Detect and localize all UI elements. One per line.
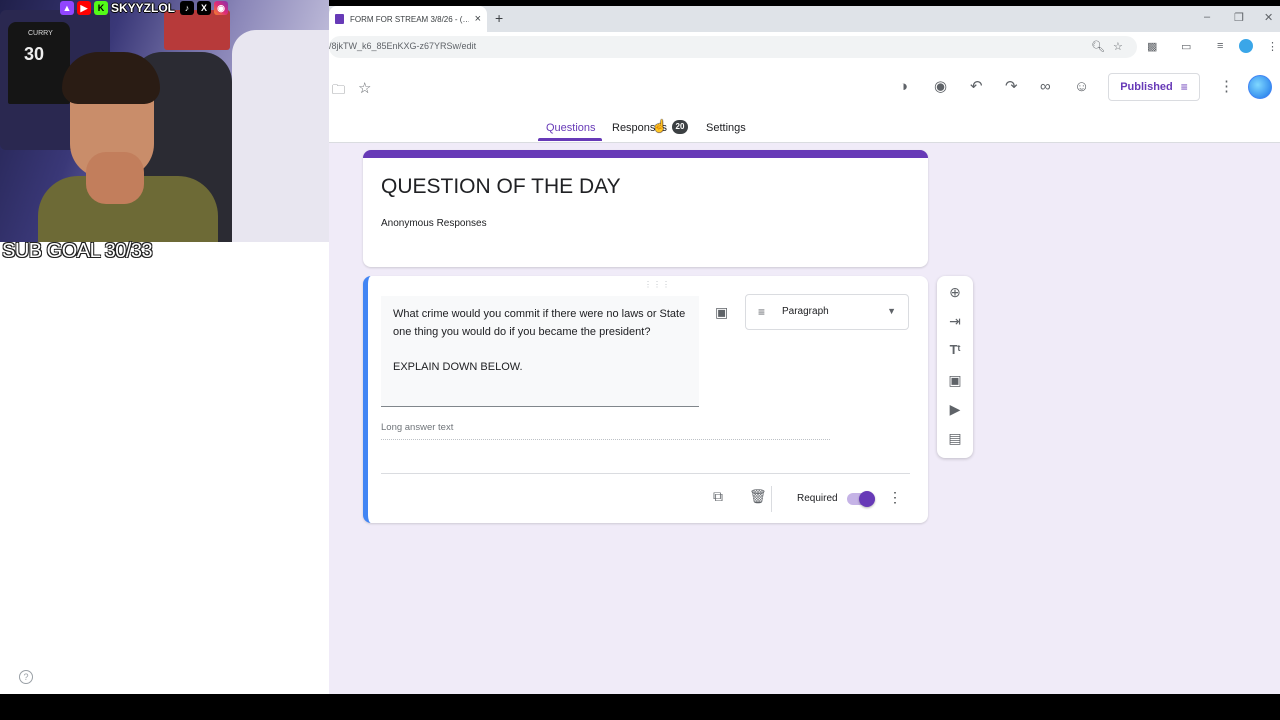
sub-goal-text: SUB GOAL 30/33 [2, 240, 153, 262]
forms-favicon-icon [335, 14, 344, 24]
question-type-select[interactable]: ≡ Paragraph ▼ [745, 294, 909, 330]
youtube-icon: ▶ [77, 1, 91, 15]
long-answer-placeholder: Long answer text [381, 422, 830, 440]
folder-icon[interactable]: 🗀︎ [332, 81, 345, 99]
minimize-icon[interactable]: – [1204, 11, 1210, 23]
tab-settings[interactable]: Settings [706, 122, 746, 134]
close-tab-icon[interactable]: × [475, 13, 481, 25]
redo-icon[interactable]: ↷ [1005, 78, 1018, 96]
add-video-icon[interactable]: ▶ [937, 401, 973, 418]
add-title-icon[interactable]: Tᵗ [937, 342, 973, 357]
star-icon[interactable]: ☆ [358, 80, 371, 98]
browser-tab[interactable]: FORM FOR STREAM 3/8/26 - (… × [329, 6, 487, 32]
add-collaborator-icon[interactable]: ☺ [1074, 78, 1089, 96]
duplicate-icon[interactable]: ⧉ [713, 488, 723, 505]
link-icon[interactable]: ∞ [1040, 78, 1051, 96]
question-more-icon[interactable]: ⋮ [888, 489, 902, 506]
question-card[interactable]: ⋮⋮⋮ What crime would you commit if there… [363, 276, 928, 523]
address-bar[interactable]: /8jkTW_k6_85EnKXG-z67YRSw/edit [329, 36, 1137, 58]
wall-poster [164, 10, 230, 50]
forms-header: 🗀︎ ☆ ◑ ◉ ↶ ↷ ∞ ☺ Published ≡ ⋮ Questions… [329, 62, 1280, 143]
left-blank-area [0, 242, 329, 694]
browser-toolbar: /8jkTW_k6_85EnKXG-z67YRSw/edit 🔍︎ ☆ ▩ ▭ … [329, 32, 1280, 62]
form-title[interactable]: QUESTION OF THE DAY [381, 175, 621, 199]
forms-tabs: Questions Responses 20 Settings [329, 116, 1280, 142]
question-type-value: Paragraph [782, 306, 829, 317]
webcam-overlay: CURRY 30 ▲ ▶ K SKYYZLOL ♪ X ◉ [0, 0, 329, 242]
browser-tab-title: FORM FOR STREAM 3/8/26 - (… [350, 14, 469, 24]
import-questions-icon[interactable]: ⇥ [937, 313, 973, 330]
profile-icon[interactable] [1239, 39, 1253, 53]
card-footer-divider [381, 473, 910, 474]
zoom-icon[interactable]: 🔍︎ [1091, 40, 1105, 53]
bookmark-star-icon[interactable]: ☆ [1113, 40, 1123, 53]
responses-count-badge: 20 [672, 120, 688, 134]
undo-icon[interactable]: ↶ [970, 78, 983, 96]
jersey-number: 30 [24, 44, 45, 64]
extensions-icon[interactable]: ▩ [1147, 40, 1157, 53]
hair [62, 52, 160, 104]
x-icon: X [197, 1, 212, 15]
social-links-bar: ▲ ▶ K SKYYZLOL ♪ X ◉ [60, 0, 229, 16]
add-section-icon[interactable]: ▤ [937, 430, 973, 447]
publish-settings-icon: ≡ [1180, 80, 1188, 94]
required-label: Required [797, 493, 838, 504]
chevron-down-icon: ▼ [887, 306, 896, 316]
palette-icon[interactable]: ◑ [899, 78, 908, 96]
help-icon[interactable]: ? [19, 670, 33, 684]
tiktok-icon: ♪ [180, 1, 195, 15]
pillow [232, 30, 329, 242]
published-label: Published [1120, 81, 1173, 93]
close-window-icon[interactable]: ✕ [1264, 11, 1273, 24]
drag-handle-icon[interactable]: ⋮⋮⋮ [644, 280, 671, 289]
tab-questions[interactable]: Questions [546, 122, 596, 134]
floating-toolbar: ⊕ ⇥ Tᵗ ▣ ▶ ▤ [937, 276, 973, 458]
form-title-card[interactable]: QUESTION OF THE DAY Anonymous Responses [363, 150, 928, 267]
add-image-icon[interactable]: ▣ [937, 372, 973, 389]
media-icon[interactable]: ≡ [1217, 40, 1223, 52]
more-vert-icon[interactable]: ⋮ [1219, 78, 1234, 96]
streamer-handle: SKYYZLOL [111, 1, 176, 15]
add-image-to-question-icon[interactable]: ▣ [715, 304, 728, 321]
restore-icon[interactable]: ❐ [1234, 11, 1244, 24]
cast-icon[interactable]: ▭ [1181, 40, 1191, 53]
add-question-icon[interactable]: ⊕ [937, 284, 973, 301]
kick-icon: K [94, 1, 108, 15]
avatar[interactable] [1248, 75, 1272, 99]
new-tab-button[interactable]: + [495, 10, 503, 26]
browser-menu-icon[interactable]: ⋮ [1267, 40, 1278, 53]
url-text: /8jkTW_k6_85EnKXG-z67YRSw/edit [329, 41, 477, 51]
form-description[interactable]: Anonymous Responses [381, 218, 487, 229]
required-toggle-knob[interactable] [859, 491, 875, 507]
delete-icon[interactable]: 🗑︎ [749, 488, 767, 505]
jersey: CURRY 30 [8, 22, 70, 104]
preview-icon[interactable]: ◉ [934, 78, 947, 96]
twitch-icon: ▲ [60, 1, 74, 15]
screen-bottom-border [0, 694, 1280, 720]
active-tab-indicator [538, 138, 602, 141]
paragraph-icon: ≡ [758, 305, 766, 319]
hand-cursor-icon: ☝ [652, 119, 667, 133]
question-text-field[interactable]: What crime would you commit if there wer… [381, 296, 699, 407]
instagram-icon: ◉ [214, 1, 229, 15]
published-button[interactable]: Published ≡ [1108, 73, 1200, 101]
jersey-name: CURRY [28, 30, 53, 37]
footer-separator [771, 486, 772, 512]
browser-tab-bar: FORM FOR STREAM 3/8/26 - (… × + – ❐ ✕ [329, 6, 1280, 32]
hand [86, 152, 144, 204]
